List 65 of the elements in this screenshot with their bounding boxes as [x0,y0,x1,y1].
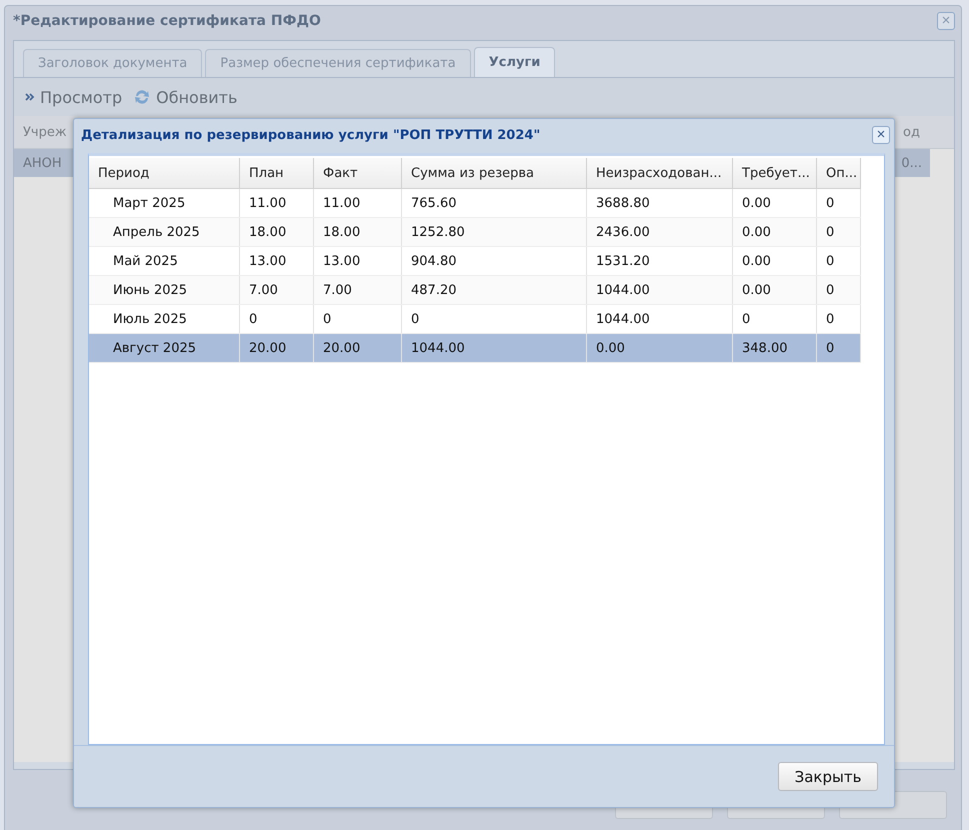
table-cell: Март 2025 [89,189,240,217]
table-cell: 0 [817,189,861,217]
table-cell: 0 [817,305,861,333]
column-header[interactable]: Факт [314,158,402,188]
table-cell: 18.00 [240,218,314,246]
table-cell: Апрель 2025 [89,218,240,246]
column-header: од [903,124,920,140]
table-cell: АНОН [23,156,62,170]
column-header: Учреж [23,124,67,140]
table-cell: 1531.20 [587,247,733,275]
table-row[interactable]: Август 2025 20.00 20.00 1044.00 0.00 348.00 0 [89,334,861,363]
column-header[interactable]: План [240,158,314,188]
column-header[interactable]: Оп... [817,158,861,188]
table-cell: 904.80 [402,247,587,275]
table-cell: 0... [901,156,922,170]
table-cell: 0.00 [733,247,817,275]
dialog-title: Детализация по резервированию услуги "РОП ТРУТТИ 2024" [81,128,540,142]
close-button[interactable]: × [872,126,890,144]
table-cell: 1044.00 [587,305,733,333]
table-cell: 0.00 [733,189,817,217]
table-cell: 13.00 [314,247,402,275]
window-title: *Редактирование сертификата ПФДО [13,13,321,29]
column-header[interactable]: Период [89,158,240,188]
table-cell: 0.00 [733,276,817,304]
table-cell: 765.60 [402,189,587,217]
double-chevron-icon [24,91,36,103]
table-row[interactable]: Март 2025 11.00 11.00 765.60 3688.80 0.00 0 [89,189,861,218]
table-cell: 0 [240,305,314,333]
table-row[interactable]: Июнь 2025 7.00 7.00 487.20 1044.00 0.00 0 [89,276,861,305]
table-cell: 13.00 [240,247,314,275]
close-button[interactable]: Закрыть [778,762,878,791]
table-cell: 0 [817,276,861,304]
table-cell: 0.00 [587,334,733,362]
table-cell: 7.00 [314,276,402,304]
table-cell: 3688.80 [587,189,733,217]
table-cell: 1044.00 [587,276,733,304]
table-cell: 20.00 [314,334,402,362]
table-cell: 0.00 [733,218,817,246]
table-cell: 1044.00 [402,334,587,362]
table-cell: 2436.00 [587,218,733,246]
table-cell: 11.00 [240,189,314,217]
table-cell: Май 2025 [89,247,240,275]
table-cell: Июнь 2025 [89,276,240,304]
table-row[interactable]: Апрель 2025 18.00 18.00 1252.80 2436.00 0.00 0 [89,218,861,247]
table-cell: 0 [402,305,587,333]
table-cell: 487.20 [402,276,587,304]
table-cell: Август 2025 [89,334,240,362]
column-header[interactable]: Сумма из резерва [402,158,587,188]
table-cell: 0 [817,218,861,246]
table-cell: 7.00 [240,276,314,304]
table-cell: 0 [817,247,861,275]
table-cell: 18.00 [314,218,402,246]
table-row[interactable]: Июль 2025 0 0 0 1044.00 0 0 [89,305,861,334]
table-cell: 1252.80 [402,218,587,246]
table-cell: 0 [733,305,817,333]
column-header[interactable]: Требует... [733,158,817,188]
tab[interactable]: Услуги [474,47,556,77]
table-cell: 0 [314,305,402,333]
table-row[interactable]: Май 2025 13.00 13.00 904.80 1531.20 0.00 0 [89,247,861,276]
column-header[interactable]: Неизрасходован... [587,158,733,188]
table-cell: 20.00 [240,334,314,362]
table-cell: 11.00 [314,189,402,217]
table-cell: 0 [817,334,861,362]
table-cell: Июль 2025 [89,305,240,333]
table-cell: 348.00 [733,334,817,362]
